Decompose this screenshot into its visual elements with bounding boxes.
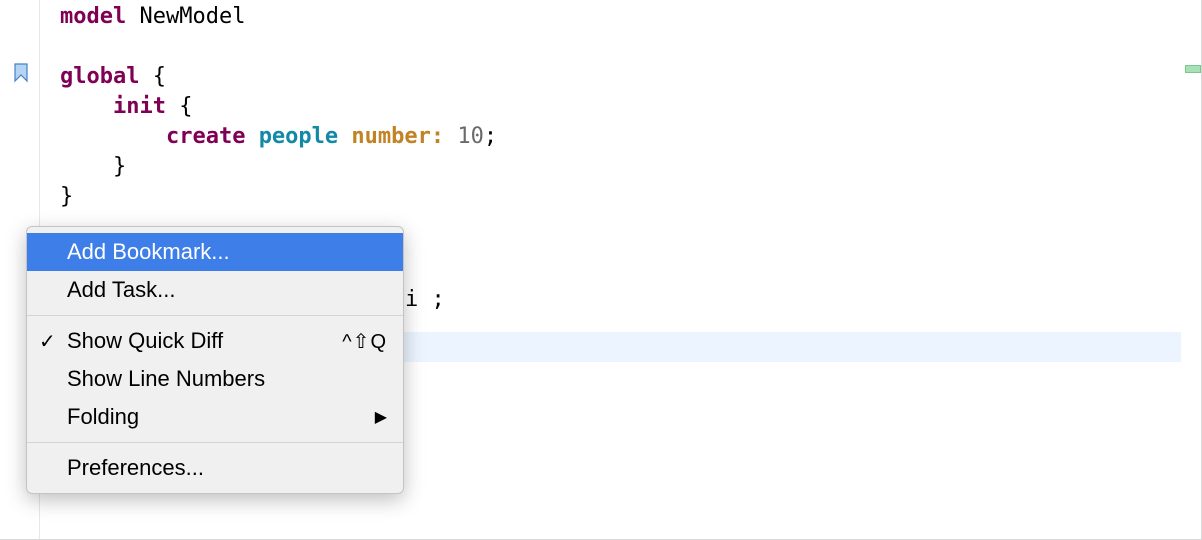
menu-item-show-line-numbers[interactable]: Show Line Numbers [27,360,403,398]
code-fragment-behind-menu: i ; [405,287,445,312]
keyword-create: create [166,124,259,149]
chevron-right-icon: ▶ [375,407,387,427]
checkmark-icon: ✓ [39,329,56,354]
menu-separator [27,442,403,443]
menu-item-preferences[interactable]: Preferences... [27,449,403,487]
model-name: NewModel [139,4,245,29]
menu-item-folding[interactable]: Folding ▶ [27,398,403,436]
brace-close: } [60,184,73,209]
keyboard-shortcut: ^⇧Q [342,329,387,354]
menu-item-add-task[interactable]: Add Task... [27,271,403,309]
brace: { [139,64,166,89]
menu-label: Show Quick Diff [67,328,223,354]
menu-label: Add Bookmark... [67,239,230,265]
menu-label: Add Task... [67,277,175,303]
menu-label: Show Line Numbers [67,366,265,392]
bookmark-icon[interactable] [14,63,28,83]
brace: { [166,94,193,119]
keyword-init: init [113,94,166,119]
menu-label: Folding [67,404,139,430]
gutter-context-menu: Add Bookmark... Add Task... ✓ Show Quick… [26,226,404,494]
semicolon: ; [484,124,497,149]
brace-close: } [60,154,126,179]
facet-number: number: [338,124,444,149]
keyword-global: global [60,64,139,89]
menu-item-add-bookmark[interactable]: Add Bookmark... [27,233,403,271]
code-editor[interactable]: model NewModel global { init { create pe… [40,0,1201,212]
number-value: 10 [444,124,484,149]
menu-separator [27,315,403,316]
keyword-model: model [60,4,126,29]
menu-label: Preferences... [67,455,204,481]
type-people: people [259,124,338,149]
menu-item-show-quick-diff[interactable]: ✓ Show Quick Diff ^⇧Q [27,322,403,360]
